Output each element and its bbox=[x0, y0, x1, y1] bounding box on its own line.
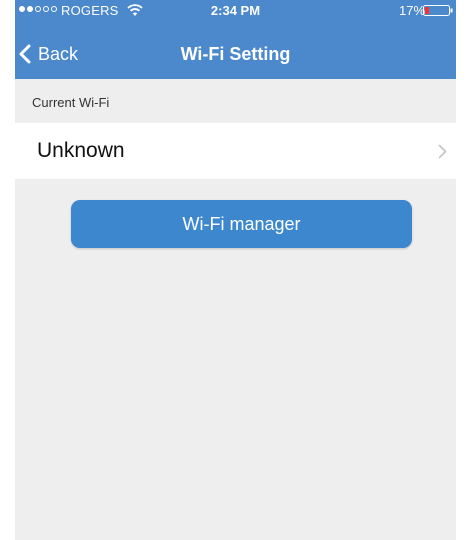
current-wifi-name: Unknown bbox=[37, 139, 125, 162]
header: ROGERS 2:34 PM 17% Back Wi-Fi Setting bbox=[15, 0, 456, 79]
navigation-bar: Back Wi-Fi Setting bbox=[15, 32, 456, 76]
section-label-current-wifi: Current Wi-Fi bbox=[32, 95, 110, 110]
status-bar: ROGERS 2:34 PM 17% bbox=[15, 0, 456, 22]
battery-fill bbox=[425, 7, 429, 14]
battery-percent: 17% bbox=[399, 3, 426, 18]
status-time: 2:34 PM bbox=[210, 3, 261, 18]
battery-icon bbox=[423, 5, 453, 16]
page-title: Wi-Fi Setting bbox=[180, 44, 291, 64]
wifi-manager-button[interactable]: Wi-Fi manager bbox=[71, 200, 412, 248]
screenshot-canvas: ROGERS 2:34 PM 17% Back Wi-Fi Setting Cu… bbox=[0, 0, 470, 540]
phone-screen: ROGERS 2:34 PM 17% Back Wi-Fi Setting Cu… bbox=[15, 0, 456, 540]
current-wifi-row[interactable]: Unknown bbox=[15, 123, 456, 179]
chevron-right-icon bbox=[438, 144, 447, 159]
